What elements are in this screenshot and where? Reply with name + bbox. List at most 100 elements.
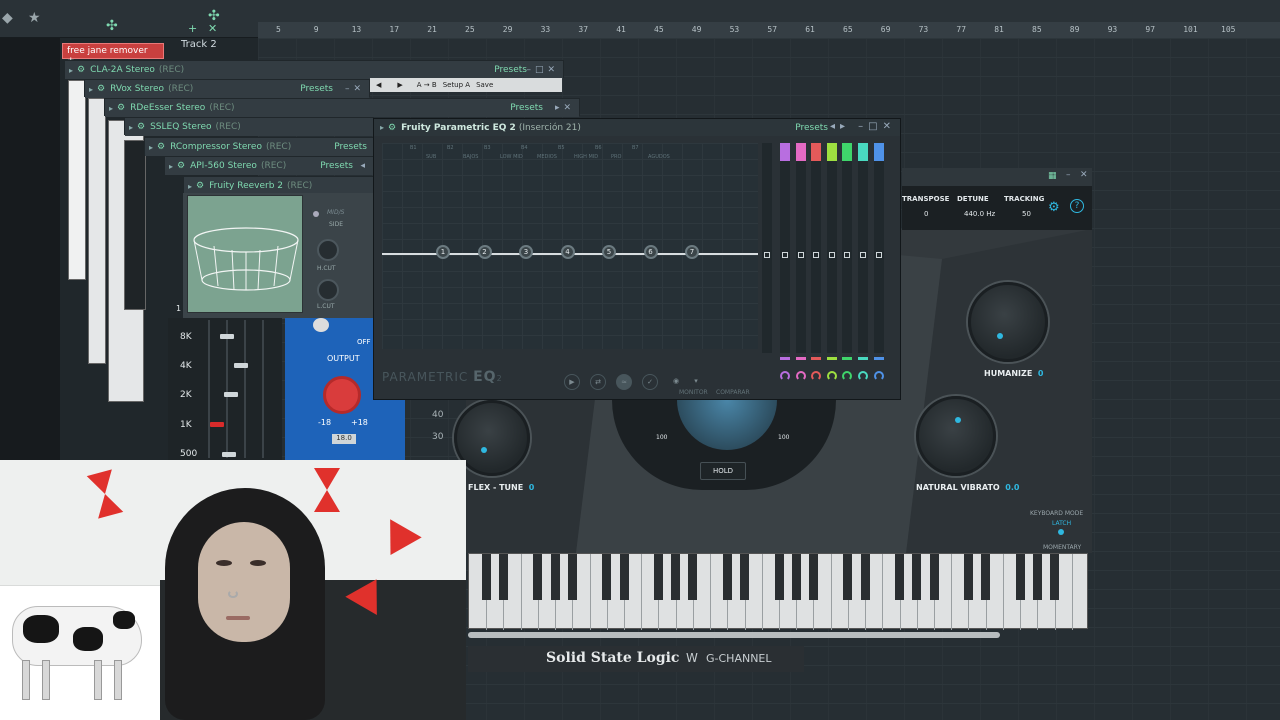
black-key[interactable] (963, 554, 973, 600)
black-key[interactable] (722, 554, 732, 600)
eq-band-node[interactable]: 2 (477, 245, 492, 259)
momentary-option[interactable]: MOMENTARY (1043, 544, 1081, 551)
setup-button[interactable]: Setup A (443, 81, 470, 89)
black-key[interactable] (498, 554, 508, 600)
presets-button[interactable]: Presets (334, 142, 367, 152)
black-key[interactable] (1032, 554, 1042, 600)
black-key[interactable] (981, 554, 991, 600)
output-value[interactable]: 18.0 (332, 434, 356, 444)
minimize-icon[interactable]: – (1066, 170, 1071, 180)
plugin-window[interactable]: ▸ ⚙ SSLEQ Stereo (REC) (124, 117, 374, 136)
plugin-window[interactable]: ▸ ⚙ API-560 Stereo (REC) Presets ◂ (164, 156, 374, 175)
black-key[interactable] (843, 554, 853, 600)
eq-band-node[interactable]: 4 (560, 245, 575, 259)
black-key[interactable] (860, 554, 870, 600)
presets-button[interactable]: Presets (795, 123, 828, 133)
piano-keyboard[interactable] (468, 553, 1088, 630)
fader-handle[interactable] (797, 252, 804, 258)
gear-icon[interactable]: ⚙ (157, 142, 165, 152)
settings-icon[interactable]: ⚙ (1048, 200, 1060, 215)
black-key[interactable] (602, 554, 612, 600)
band-shape-icon[interactable] (858, 371, 868, 381)
presets-button[interactable]: Presets (300, 84, 333, 94)
black-key[interactable] (895, 554, 905, 600)
band-fader[interactable] (826, 143, 837, 353)
arrow-icon[interactable]: ▸ (188, 182, 192, 191)
band-shape-icon[interactable] (780, 371, 790, 381)
detune-value[interactable]: 440.0 Hz (964, 210, 995, 218)
monitor-icon[interactable]: ◉ (668, 374, 684, 390)
reverb-room-display[interactable] (187, 195, 303, 313)
snap-icon[interactable]: ✣ (106, 18, 118, 34)
mode-switch[interactable] (1058, 529, 1064, 535)
eq-graph[interactable]: B1 SUB B2 BAJOS B3 LOW MID B4 MEDIOS B5 HIGH MID B… (382, 143, 758, 349)
slider-track[interactable] (262, 320, 264, 458)
eq-band-node[interactable]: 3 (519, 245, 533, 259)
black-key[interactable] (567, 554, 577, 600)
arrow-icon[interactable]: ▸ (109, 104, 113, 113)
black-key[interactable] (653, 554, 663, 600)
input-knob[interactable] (313, 318, 329, 332)
horizontal-scrollbar[interactable] (468, 632, 1000, 638)
window-controls[interactable]: –✕ (345, 84, 365, 94)
close-icon[interactable]: ✕ (208, 22, 217, 35)
timeline-ruler[interactable]: 5 9 13 17 21 25 29 33 37 41 45 49 53 57 61 65 69 73 77 81 85… (258, 22, 1280, 38)
band-fader[interactable] (858, 143, 868, 353)
fader-handle[interactable] (844, 252, 851, 258)
gear-icon[interactable]: ⚙ (196, 181, 204, 191)
output-knob[interactable] (323, 376, 361, 414)
band-shape-icon[interactable] (826, 371, 837, 381)
plugin-window[interactable]: ▸ ⚙ RVox Stereo (REC) Presets –✕ (84, 79, 370, 98)
next-button[interactable]: ▶ (397, 81, 402, 89)
link-icon[interactable]: ⇄ (590, 374, 606, 390)
black-key[interactable] (481, 554, 491, 600)
slider-track[interactable] (244, 320, 246, 458)
plugin-window[interactable]: ▸ ⚙ Fruity Reeverb 2 (REC) (183, 176, 383, 195)
plugin-window[interactable]: ▸ ⚙ CLA-2A Stereo (REC) Presets –□✕ (64, 60, 564, 79)
cursor-icon[interactable]: ◆ (2, 10, 13, 26)
window-controls[interactable]: ◂▸ –□✕ (830, 121, 896, 132)
mixer-insert-name[interactable]: free jane remover +... (62, 43, 164, 66)
fader-handle[interactable] (782, 252, 788, 258)
slider-handle[interactable] (224, 392, 238, 397)
gear-icon[interactable]: ⚙ (97, 84, 105, 94)
window-controls[interactable]: ▸✕ (555, 103, 575, 113)
slider-track[interactable] (226, 320, 228, 458)
lcut-knob[interactable] (317, 279, 339, 301)
black-key[interactable] (808, 554, 818, 600)
black-key[interactable] (791, 554, 801, 600)
band-shape-icon[interactable] (842, 371, 853, 381)
gear-icon[interactable]: ⚙ (77, 65, 85, 75)
black-key[interactable] (550, 554, 560, 600)
arrow-icon[interactable]: ▸ (69, 66, 73, 75)
black-key[interactable] (619, 554, 629, 600)
vibrato-knob[interactable] (916, 396, 996, 476)
hcut-knob[interactable] (317, 239, 339, 261)
vibrato-value[interactable]: 0.0 (1005, 483, 1019, 492)
presets-button[interactable]: Presets (494, 65, 527, 75)
black-key[interactable] (1050, 554, 1060, 600)
gear-icon[interactable]: ⚙ (137, 122, 145, 132)
black-key[interactable] (688, 554, 698, 600)
humanize-knob[interactable] (968, 282, 1048, 362)
master-fader[interactable] (762, 143, 772, 353)
band-fader[interactable] (780, 143, 790, 353)
presets-button[interactable]: Presets (320, 161, 353, 171)
gear-icon[interactable]: ⚙ (177, 161, 185, 171)
fader-handle[interactable] (828, 252, 835, 258)
band-fader[interactable] (842, 143, 853, 353)
eq-band-node[interactable]: 6 (643, 245, 658, 259)
compare-icon[interactable]: ▾ (688, 374, 704, 390)
window-controls[interactable]: –□✕ (526, 65, 559, 75)
flex-tune-value[interactable]: 0 (529, 483, 535, 492)
slider-handle[interactable] (234, 363, 248, 368)
band-fader[interactable] (795, 143, 806, 353)
fader-handle[interactable] (860, 252, 866, 258)
ab-button[interactable]: A → B (417, 81, 437, 89)
black-key[interactable] (671, 554, 681, 600)
hold-button[interactable]: HOLD (700, 462, 746, 480)
presets-button[interactable]: Presets (510, 103, 543, 113)
black-key[interactable] (774, 554, 784, 600)
plugin-window[interactable]: ▸ ⚙ RCompressor Stereo (REC) Presets (144, 137, 374, 156)
gear-icon[interactable]: ⚙ (117, 103, 125, 113)
